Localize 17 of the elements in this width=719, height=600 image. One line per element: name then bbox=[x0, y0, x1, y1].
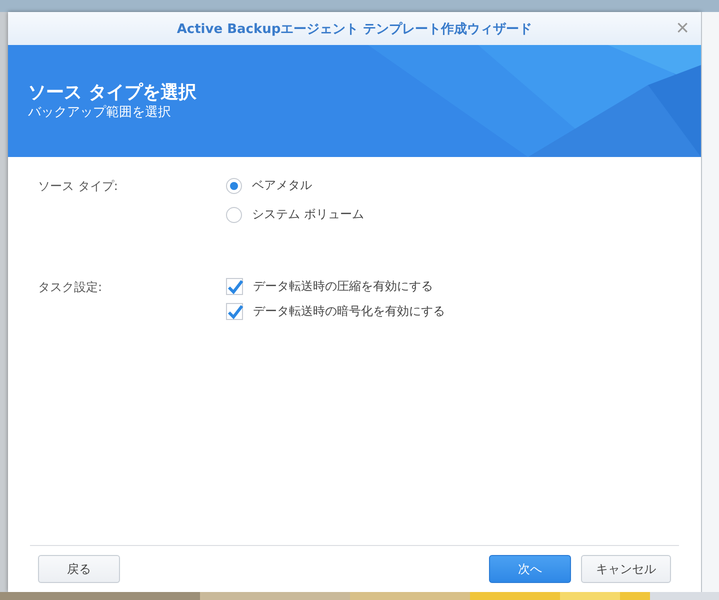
window-title: Active Backupエージェント テンプレート作成ウィザード bbox=[176, 20, 532, 38]
radio-button[interactable] bbox=[226, 178, 242, 194]
radio-button[interactable] bbox=[226, 206, 242, 222]
cancel-button[interactable]: キャンセル bbox=[581, 555, 671, 583]
radio-option[interactable]: システム ボリューム bbox=[226, 206, 364, 223]
option-label: データ転送時の圧縮を有効にする bbox=[253, 278, 433, 295]
checkbox-option[interactable]: データ転送時の圧縮を有効にする bbox=[226, 278, 445, 295]
step-title: ソース タイプを選択 bbox=[28, 82, 196, 104]
checkbox[interactable] bbox=[226, 303, 243, 320]
option-label: システム ボリューム bbox=[252, 206, 364, 223]
radio-option[interactable]: ベアメタル bbox=[226, 177, 364, 194]
field-label: ソース タイプ: bbox=[38, 178, 119, 195]
field-label: タスク設定: bbox=[38, 279, 104, 296]
checkbox[interactable] bbox=[226, 278, 243, 295]
step-subtitle: バックアップ範囲を選択 bbox=[28, 104, 172, 122]
option-label: ベアメタル bbox=[252, 177, 312, 194]
back-button[interactable]: 戻る bbox=[38, 555, 120, 583]
